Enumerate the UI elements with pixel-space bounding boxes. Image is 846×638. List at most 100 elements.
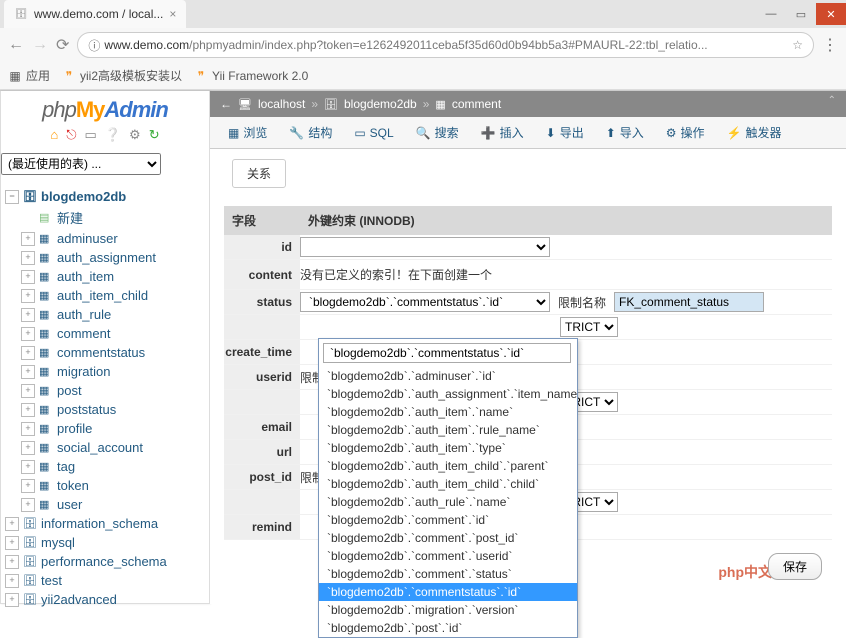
expand-icon[interactable]: + [21,479,35,493]
dropdown-option[interactable]: `blogdemo2db`.`auth_item`.`type` [319,439,577,457]
bookmark-yii2-adv[interactable]: ❞yii2高级模板安装以 [62,67,182,84]
tree-table[interactable]: +▦post [5,381,205,400]
chrome-menu-icon[interactable]: ⋮ [822,35,838,55]
bookmark-star-icon[interactable]: ☆ [792,38,803,52]
tree-db[interactable]: +🗄yii2advanced [5,590,205,609]
toggle-nav-icon[interactable]: ← [220,97,232,111]
fk-column-select[interactable]: `blogdemo2db`.`commentstatus`.`id` [300,292,550,312]
on-action-select[interactable]: TRICT [560,317,618,337]
reload-nav-icon[interactable]: ↻ [149,127,160,143]
expand-icon[interactable]: + [5,517,19,531]
expand-icon[interactable]: + [5,593,19,607]
expand-icon[interactable]: + [21,498,35,512]
tree-new[interactable]: ▤新建 [5,206,205,229]
dropdown-option[interactable]: `blogdemo2db`.`comment`.`userid` [319,547,577,565]
minimize-button[interactable]: — [756,3,786,25]
tree-table[interactable]: +▦commentstatus [5,343,205,362]
dropdown-option[interactable]: `blogdemo2db`.`adminuser`.`id` [319,367,577,385]
dropdown-option[interactable]: `blogdemo2db`.`comment`.`status` [319,565,577,583]
tab-SQL[interactable]: ▭SQL [344,120,403,146]
tree-db[interactable]: +🗄mysql [5,533,205,552]
dropdown-option[interactable]: `blogdemo2db`.`auth_rule`.`name` [319,493,577,511]
expand-icon[interactable]: + [5,555,19,569]
constraint-name-input[interactable] [614,292,764,312]
tree-table[interactable]: +▦social_account [5,438,205,457]
apps-shortcut[interactable]: ▦应用 [8,67,50,84]
close-tab-icon[interactable]: × [169,7,176,21]
dropdown-option[interactable]: `blogdemo2db`.`post`.`id` [319,619,577,637]
tab-浏览[interactable]: ▦浏览 [218,118,277,147]
sql-icon[interactable]: ▭ [85,127,97,143]
recent-tables-select[interactable]: (最近使用的表) ... [1,153,161,175]
expand-icon[interactable]: + [21,270,35,284]
tree-table[interactable]: +▦auth_assignment [5,248,205,267]
forward-button[interactable]: → [32,36,48,54]
maximize-button[interactable]: ▭ [786,3,816,25]
url-input[interactable]: ⓘ www.demo.com/phpmyadmin/index.php?toke… [77,32,814,58]
dropdown-option[interactable]: `blogdemo2db`.`auth_item`.`name` [319,403,577,421]
expand-icon[interactable]: + [21,232,35,246]
fk-column-dropdown[interactable]: `blogdemo2db`.`adminuser`.`id``blogdemo2… [318,338,578,638]
tree-db[interactable]: +🗄information_schema [5,514,205,533]
tree-table[interactable]: +▦migration [5,362,205,381]
expand-icon[interactable]: + [21,422,35,436]
logout-icon[interactable]: ⎋ [66,127,76,143]
dropdown-option[interactable]: `blogdemo2db`.`comment`.`id` [319,511,577,529]
tree-table[interactable]: +▦profile [5,419,205,438]
collapse-icon[interactable]: − [5,190,19,204]
bc-db[interactable]: blogdemo2db [344,97,417,111]
tree-db[interactable]: +🗄test [5,571,205,590]
tab-导入[interactable]: ⬆导入 [596,118,654,147]
expand-icon[interactable]: + [21,365,35,379]
dropdown-option[interactable]: `blogdemo2db`.`migration`.`version` [319,601,577,619]
expand-icon[interactable]: + [5,574,19,588]
tree-table[interactable]: +▦tag [5,457,205,476]
tree-table[interactable]: +▦token [5,476,205,495]
fk-column-select[interactable] [300,237,550,257]
tree-table[interactable]: +▦auth_rule [5,305,205,324]
bookmark-yii-fw[interactable]: ❞Yii Framework 2.0 [194,69,308,83]
reload-button[interactable]: ⟳ [56,35,69,55]
expand-icon[interactable]: + [21,441,35,455]
expand-icon[interactable]: + [21,327,35,341]
tab-导出[interactable]: ⬇导出 [536,118,594,147]
bc-server[interactable]: localhost [258,97,305,111]
dropdown-option[interactable]: `blogdemo2db`.`auth_assignment`.`item_na… [319,385,577,403]
expand-icon[interactable]: + [21,403,35,417]
dropdown-option[interactable]: `blogdemo2db`.`commentstatus`.`id` [319,583,577,601]
expand-icon[interactable]: + [21,346,35,360]
tab-触发器[interactable]: ⚡触发器 [717,118,792,147]
docs-icon[interactable]: ❔ [105,127,121,143]
tree-db-current[interactable]: −🗄blogdemo2db [5,187,205,206]
browser-tab[interactable]: 🗄 www.demo.com / local... × [4,0,186,28]
expand-icon[interactable]: + [21,289,35,303]
tree-table[interactable]: +▦poststatus [5,400,205,419]
tree-table[interactable]: +▦comment [5,324,205,343]
expand-icon[interactable]: + [21,308,35,322]
dropdown-option[interactable]: `blogdemo2db`.`auth_item_child`.`child` [319,475,577,493]
tree-table[interactable]: +▦auth_item_child [5,286,205,305]
dropdown-option[interactable]: `blogdemo2db`.`auth_item_child`.`parent` [319,457,577,475]
collapse-panel-icon[interactable]: ⌃ [828,95,836,106]
back-button[interactable]: ← [8,36,24,54]
tree-table[interactable]: +▦adminuser [5,229,205,248]
tab-搜索[interactable]: 🔍搜索 [406,118,469,147]
expand-icon[interactable]: + [21,251,35,265]
home-icon[interactable]: ⌂ [50,127,58,143]
dropdown-option[interactable]: `blogdemo2db`.`auth_item`.`rule_name` [319,421,577,439]
tab-结构[interactable]: 🔧结构 [279,118,342,147]
pma-logo[interactable]: phpMyAdmin [1,91,209,125]
tree-table[interactable]: +▦user [5,495,205,514]
tab-操作[interactable]: ⚙操作 [656,118,715,147]
dropdown-option[interactable]: `blogdemo2db`.`comment`.`post_id` [319,529,577,547]
tree-db[interactable]: +🗄performance_schema [5,552,205,571]
expand-icon[interactable]: + [21,460,35,474]
expand-icon[interactable]: + [21,384,35,398]
save-button[interactable]: 保存 [768,553,822,580]
subtab-relations[interactable]: 关系 [232,159,286,188]
close-window-button[interactable]: ✕ [816,3,846,25]
tree-table[interactable]: +▦auth_item [5,267,205,286]
dropdown-filter-input[interactable] [323,343,571,363]
expand-icon[interactable]: + [5,536,19,550]
tab-插入[interactable]: ➕插入 [471,118,534,147]
